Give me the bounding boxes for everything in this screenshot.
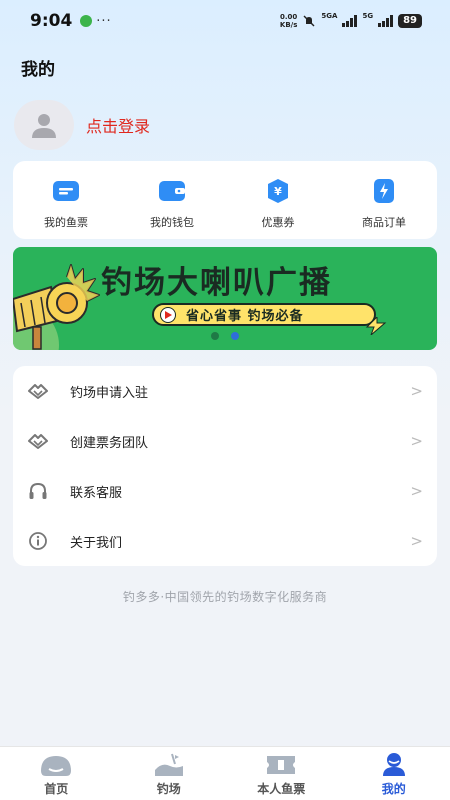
signal-2-label: 5G [362, 12, 374, 20]
menu-label: 创建票务团队 [70, 435, 149, 451]
coupon-icon: ¥ [264, 177, 292, 205]
tab-profile[interactable]: 我的 [338, 747, 450, 800]
megaphone-illustration [13, 264, 100, 350]
wechat-notification-icon [80, 15, 93, 27]
battery-icon: 89 [398, 14, 422, 28]
signal-1-label: 5GA [321, 12, 338, 20]
status-time: 9:04 [30, 11, 73, 31]
mute-bell-icon [303, 15, 315, 27]
menu-label: 钓场申请入驻 [70, 385, 149, 401]
svg-text:¥: ¥ [274, 185, 282, 198]
signal-1-icon [342, 15, 358, 27]
menu-item-customer-service[interactable]: 联系客服 > [13, 466, 437, 516]
menu-label: 关于我们 [70, 535, 123, 551]
menu-item-create-ticket-team[interactable]: 创建票务团队 > [13, 416, 437, 466]
headset-icon [27, 480, 49, 502]
menu-label: 联系客服 [70, 485, 123, 501]
avatar[interactable] [14, 100, 74, 150]
tab-fishing-spot[interactable]: 钓场 [113, 747, 226, 800]
chevron-right-icon: > [410, 532, 423, 550]
net-speed-unit: KB/s [279, 21, 298, 29]
banner-pagination [211, 332, 239, 340]
tab-home[interactable]: 首页 [0, 747, 113, 800]
profile-login[interactable]: 点击登录 [14, 100, 150, 150]
quick-label: 我的鱼票 [44, 216, 88, 229]
tab-label: 我的 [381, 782, 406, 796]
ticket-icon [52, 177, 80, 205]
tab-label: 首页 [44, 782, 69, 796]
info-icon [27, 530, 49, 552]
quick-item-coupons[interactable]: ¥ 优惠券 [225, 161, 331, 239]
quick-label: 商品订单 [362, 216, 406, 229]
order-icon [370, 177, 398, 205]
footer-slogan: 钓多多·中国领先的钓场数字化服务商 [122, 590, 328, 604]
banner-dot[interactable] [211, 332, 219, 340]
signal-2-icon [378, 15, 394, 27]
play-icon [160, 306, 176, 323]
banner-dot-active[interactable] [231, 332, 239, 340]
quick-label: 我的钱包 [150, 216, 194, 229]
profile-icon [377, 752, 411, 778]
banner-title: 钓场大喇叭广播 [101, 265, 332, 301]
user-placeholder-icon [32, 114, 56, 138]
quick-item-my-wallet[interactable]: 我的钱包 [119, 161, 225, 239]
page-title: 我的 [21, 60, 55, 80]
lightning-icon [365, 317, 387, 335]
banner-subtitle: 省心省事 钓场必备 [186, 309, 304, 324]
banner-pill: 省心省事 钓场必备 [152, 303, 376, 326]
net-speed: 0.00 KB/s [280, 13, 297, 29]
net-speed-value: 0.00 [280, 13, 298, 21]
fishing-spot-icon [152, 752, 186, 778]
menu-card: 钓场申请入驻 > 创建票务团队 > 联系客服 > 关于我们 > [13, 366, 437, 566]
menu-item-about-us[interactable]: 关于我们 > [13, 516, 437, 566]
home-icon [39, 752, 73, 778]
quick-item-my-tickets[interactable]: 我的鱼票 [13, 161, 119, 239]
handshake-icon [27, 380, 49, 402]
handshake-icon [27, 430, 49, 452]
quick-label: 优惠券 [261, 216, 295, 229]
status-bar: 9:04 ··· 0.00 KB/s 5GA 5G 89 [0, 0, 450, 42]
tab-label: 钓场 [156, 782, 181, 796]
promo-banner[interactable]: 钓场大喇叭广播 省心省事 钓场必备 [13, 247, 437, 350]
more-notifications-icon: ··· [96, 13, 112, 29]
menu-item-apply-fishing-spot[interactable]: 钓场申请入驻 > [13, 366, 437, 416]
tab-label: 本人鱼票 [257, 782, 306, 796]
tab-my-ticket[interactable]: 本人鱼票 [225, 747, 338, 800]
login-link[interactable]: 点击登录 [86, 113, 150, 137]
quick-item-orders[interactable]: 商品订单 [331, 161, 437, 239]
chevron-right-icon: > [410, 432, 423, 450]
my-ticket-icon [264, 752, 298, 778]
wallet-icon [158, 177, 186, 205]
chevron-right-icon: > [410, 382, 423, 400]
quick-actions-card: 我的鱼票 我的钱包 ¥ 优惠券 商品订单 [13, 161, 437, 239]
chevron-right-icon: > [410, 482, 423, 500]
bottom-tab-bar: 首页 钓场 本人鱼票 我的 [0, 746, 450, 800]
